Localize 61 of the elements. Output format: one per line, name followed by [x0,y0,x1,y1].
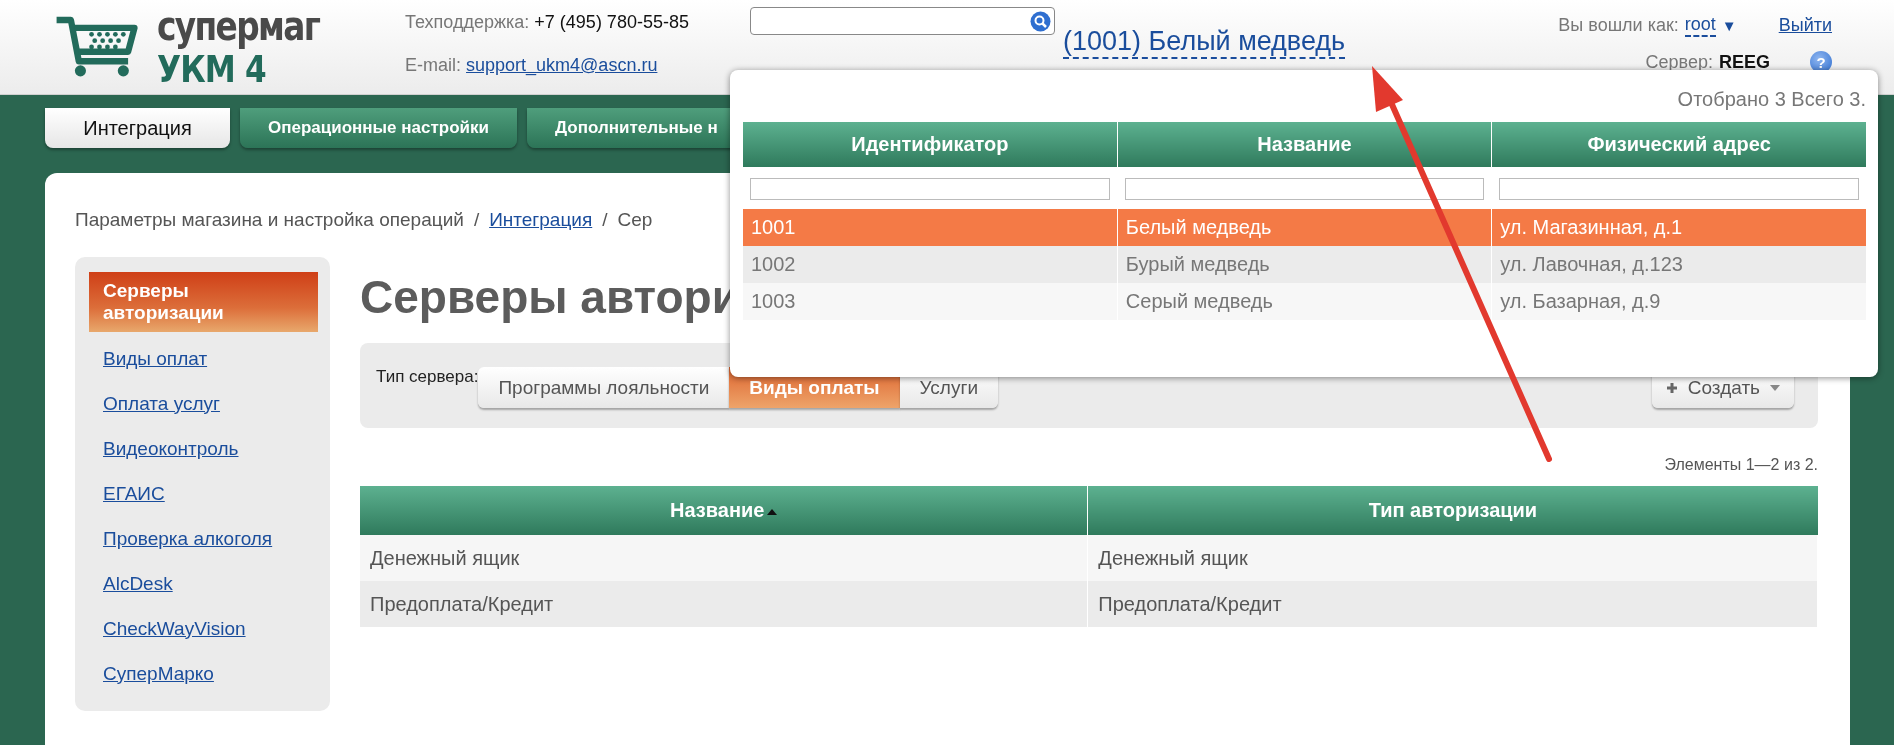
sort-icon[interactable] [767,508,778,515]
column-header[interactable]: Физический адрес [1491,122,1866,167]
plus-icon [1665,381,1678,394]
filter-field[interactable] [1124,178,1485,201]
search-icon[interactable] [1030,10,1051,32]
table-cell: ул. Магазинная, д.1 [1491,209,1866,246]
pager-info: Элементы 1—2 из 2. [1664,456,1818,475]
user-link[interactable]: root [1684,14,1716,37]
filter-field[interactable] [1499,178,1859,201]
sidebar-item[interactable]: Серверы авторизации [89,272,318,332]
search-field[interactable] [750,7,1055,35]
store-row[interactable]: 1003 Серый медведь ул. Базарная, д.9 [743,283,1866,320]
nav-tab[interactable]: Интеграция [45,108,230,148]
support-label: Техподдержка: [405,12,530,32]
logo-subtitle: УКМ 4 [157,50,267,88]
server-label: Сервер: [1645,51,1713,73]
column-header[interactable]: Тип авторизации [1087,486,1818,535]
store-row[interactable]: 1002 Бурый медведь ул. Лавочная, д.123 [743,246,1866,283]
sidebar-item[interactable]: Оплата услуг [103,392,220,415]
logo[interactable]: супермаг УКМ 4 [55,0,355,94]
table-cell: Денежный ящик [360,535,1088,581]
sidebar-item[interactable]: СуперМарко [103,662,214,685]
sidebar-item[interactable]: Виды оплат [103,347,208,370]
breadcrumb-item: Сер [617,209,653,231]
table-cell: 1001 [743,209,1118,246]
segment-button[interactable]: Программы лояльности [478,367,730,408]
table-cell: Бурый медведь [1117,246,1492,283]
email-link[interactable]: support_ukm4@ascn.ru [466,55,658,75]
caret-icon[interactable]: ▼ [1721,17,1737,34]
store-link[interactable]: (1001) Белый медведь [1063,26,1346,59]
breadcrumb-separator: / [602,209,608,231]
table-cell: ул. Базарная, д.9 [1491,283,1866,320]
table-cell: Серый медведь [1117,283,1492,320]
table-cell: Предоплата/Кредит [360,581,1088,627]
table-cell: ул. Лавочная, д.123 [1491,246,1866,283]
filter-label: Тип сервера: [376,367,479,387]
sidebar-item[interactable]: ЕГАИС [103,482,165,505]
table-cell: 1003 [743,283,1118,320]
caret-icon [1770,384,1780,391]
result-count: Отобрано 3 Всего 3. [1677,87,1866,112]
table-cell: Предоплата/Кредит [1087,581,1818,627]
sidebar-item[interactable]: AlcDesk [103,572,173,595]
sidebar-item[interactable]: Проверка алкоголя [103,527,273,550]
column-header[interactable]: Идентификатор [743,122,1118,167]
breadcrumb-separator: / [473,209,480,231]
table-cell: Белый медведь [1117,209,1492,246]
email-label: E-mail: [405,55,461,75]
column-header[interactable]: Название [1117,122,1492,167]
breadcrumb-link[interactable]: Интеграция [489,209,593,231]
support-phone: +7 (495) 780-55-85 [534,12,689,32]
table-cell: 1002 [743,246,1118,283]
nav-tab[interactable]: Операционные настройки [240,108,517,148]
logout-link[interactable]: Выйти [1778,15,1832,36]
table-cell: Денежный ящик [1087,535,1818,581]
user-label: Вы вошли как: [1558,15,1679,36]
column-header[interactable]: Название [360,486,1088,535]
breadcrumb-item: Параметры магазина и настройка операций [75,209,464,231]
server-name: REEG [1719,51,1770,73]
sidebar-item[interactable]: CheckWayVision [103,617,246,640]
sidebar-item[interactable]: Видеоконтроль [103,437,239,460]
filter-field[interactable] [750,178,1110,201]
